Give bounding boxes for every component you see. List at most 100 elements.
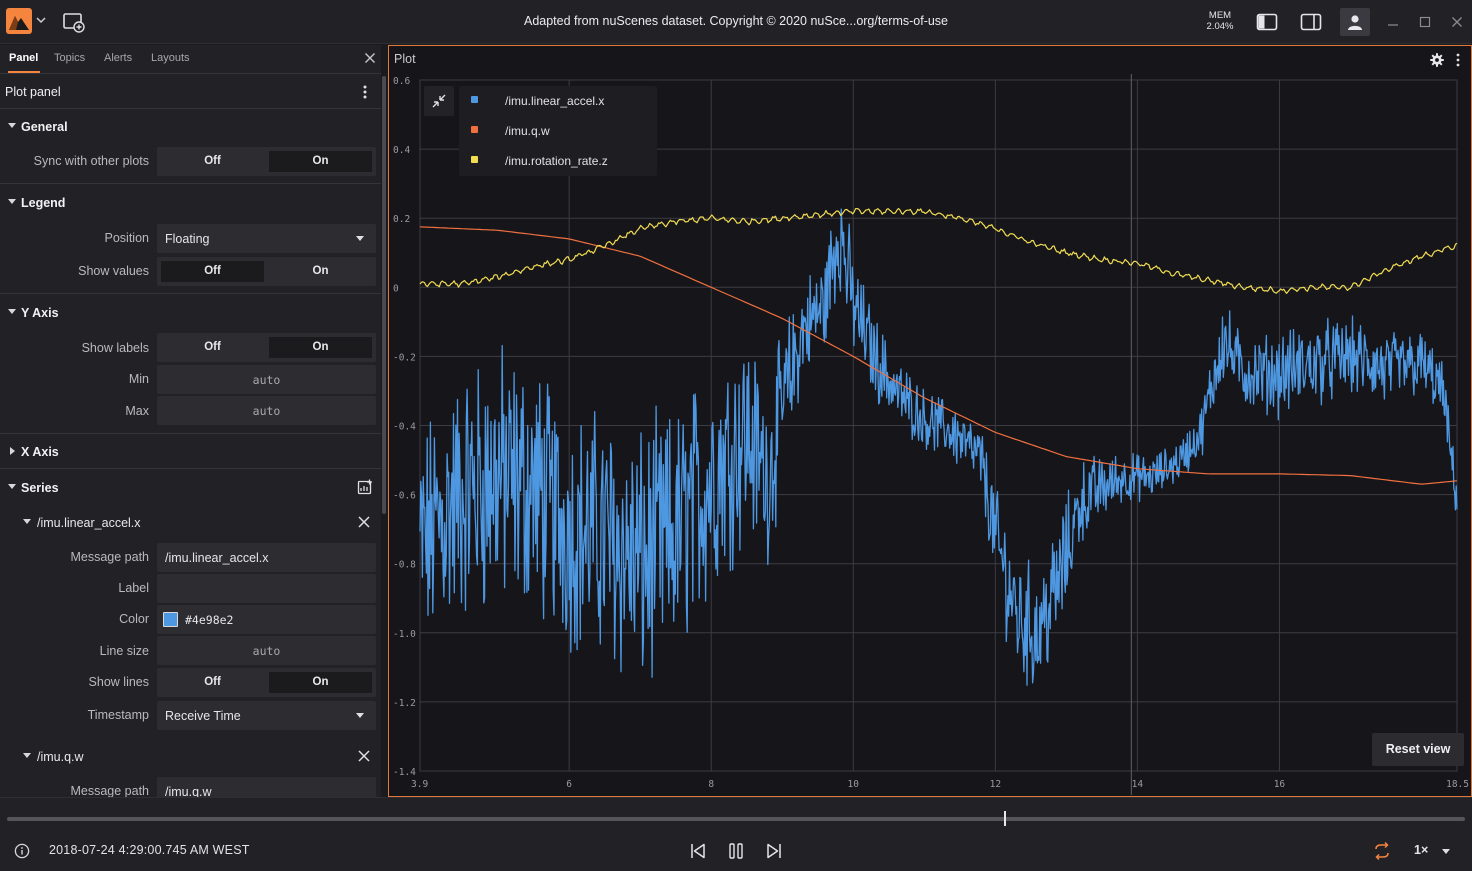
- add-series-icon[interactable]: [357, 479, 373, 495]
- caret-down-icon: [8, 309, 16, 314]
- series-item-header[interactable]: /imu.q.w: [0, 739, 381, 774]
- sidebar-tabs: Panel Topics Alerts Layouts: [0, 45, 381, 74]
- tab-panel[interactable]: Panel: [9, 52, 38, 64]
- section-general-header[interactable]: General: [0, 109, 381, 144]
- loop-icon[interactable]: [1372, 841, 1392, 861]
- section-series-header[interactable]: Series: [0, 470, 381, 505]
- color-label: Color: [119, 612, 149, 626]
- message-path-input[interactable]: /imu.linear_accel.x: [157, 543, 376, 572]
- legend-color-swatch: [471, 126, 478, 133]
- sync-label: Sync with other plots: [33, 154, 149, 168]
- collapse-legend-icon[interactable]: [424, 86, 454, 116]
- legend-item[interactable]: /imu.q.w: [467, 116, 657, 146]
- color-input[interactable]: #4e98e2: [157, 605, 376, 634]
- minimize-window-icon[interactable]: [1383, 12, 1403, 32]
- seek-backward-icon[interactable]: [687, 840, 709, 862]
- series-label-input[interactable]: [157, 574, 376, 603]
- plot-chart[interactable]: 0.6 0.4 0.2 0 -0.2 -0.4 -0.6 -0.8 -1.0 -1.2 -1.43.…: [389, 74, 1471, 796]
- x-tick-label: 8: [708, 779, 714, 790]
- close-icon[interactable]: [362, 51, 378, 67]
- y-max-input[interactable]: auto: [157, 396, 376, 425]
- legend-item[interactable]: /imu.rotation_rate.z: [467, 146, 657, 176]
- message-path-value: /imu.linear_accel.x: [165, 551, 269, 565]
- divider: [0, 293, 381, 294]
- show-lines-off-option[interactable]: Off: [161, 672, 264, 693]
- color-value: #4e98e2: [185, 613, 234, 627]
- show-labels-toggle[interactable]: Off On: [157, 333, 376, 362]
- playback-scrubber-thumb[interactable]: [1004, 811, 1006, 826]
- more-vertical-icon[interactable]: [1451, 52, 1465, 68]
- sync-off-option[interactable]: Off: [161, 151, 264, 172]
- y-tick-label: -0.4: [393, 422, 416, 433]
- show-labels-on-option[interactable]: On: [269, 337, 372, 358]
- color-swatch[interactable]: [163, 612, 178, 627]
- user-icon: [1348, 15, 1362, 30]
- show-values-on-option[interactable]: On: [269, 261, 372, 282]
- memory-indicator: MEM 2.04%: [1203, 10, 1237, 32]
- plot-panel-title: Plot: [394, 52, 416, 66]
- show-lines-label: Show lines: [88, 675, 149, 689]
- series-item-header[interactable]: /imu.linear_accel.x: [0, 505, 381, 540]
- gear-icon[interactable]: [1429, 52, 1445, 68]
- series-item-name: /imu.linear_accel.x: [37, 516, 141, 530]
- section-y-axis-title: Y Axis: [21, 306, 59, 320]
- remove-series-icon[interactable]: [357, 749, 371, 763]
- panel-title-row: Plot panel: [0, 74, 381, 109]
- user-account-button[interactable]: [1340, 8, 1370, 36]
- caret-down-icon: [23, 519, 31, 524]
- chevron-down-icon[interactable]: [35, 14, 47, 26]
- line-size-label: Line size: [99, 644, 149, 658]
- close-window-icon[interactable]: [1447, 12, 1467, 32]
- app-logo[interactable]: [6, 8, 32, 34]
- legend-label: /imu.q.w: [505, 124, 550, 138]
- remove-series-icon[interactable]: [357, 515, 371, 529]
- section-legend-header[interactable]: Legend: [0, 185, 381, 220]
- x-tick-label: 3.9: [411, 779, 428, 790]
- section-y-axis-header[interactable]: Y Axis: [0, 295, 381, 330]
- tab-layouts[interactable]: Layouts: [151, 52, 190, 64]
- sync-on-option[interactable]: On: [269, 151, 372, 172]
- playback-scrubber[interactable]: [7, 817, 1465, 821]
- tab-topics[interactable]: Topics: [54, 52, 85, 64]
- pause-icon[interactable]: [725, 840, 747, 862]
- legend-color-swatch: [471, 96, 478, 103]
- line-size-input[interactable]: auto: [157, 636, 376, 665]
- section-x-axis-header[interactable]: X Axis: [0, 434, 381, 469]
- left-sidebar-toggle-icon[interactable]: [1255, 10, 1279, 34]
- y-min-label: Min: [128, 372, 149, 386]
- y-tick-label: -1.4: [393, 767, 416, 778]
- sidebar-scrollbar[interactable]: [382, 76, 386, 514]
- playback-speed[interactable]: 1×: [1414, 843, 1428, 857]
- x-tick-label: 10: [848, 779, 860, 790]
- show-values-off-option[interactable]: Off: [161, 261, 264, 282]
- memory-label: MEM: [1208, 10, 1232, 21]
- seek-forward-icon[interactable]: [763, 840, 785, 862]
- caret-right-icon: [10, 447, 15, 455]
- panel-title: Plot panel: [5, 85, 61, 99]
- section-x-axis-title: X Axis: [21, 445, 59, 459]
- section-legend-title: Legend: [21, 196, 66, 210]
- legend-item[interactable]: /imu.linear_accel.x: [467, 86, 657, 116]
- right-sidebar-toggle-icon[interactable]: [1299, 10, 1323, 34]
- show-lines-toggle[interactable]: Off On: [157, 668, 376, 697]
- tab-alerts[interactable]: Alerts: [104, 52, 132, 64]
- sync-toggle[interactable]: Off On: [157, 147, 376, 176]
- playback-bar: 2018-07-24 4:29:00.745 AM WEST 1×: [0, 797, 1472, 871]
- message-path-input[interactable]: /imu.q.w: [157, 777, 376, 797]
- maximize-window-icon[interactable]: [1415, 12, 1435, 32]
- info-icon[interactable]: [14, 843, 30, 859]
- chevron-down-icon[interactable]: [1442, 849, 1450, 854]
- legend-position-select[interactable]: Floating: [157, 224, 376, 253]
- memory-value: 2.04%: [1206, 21, 1234, 32]
- reset-view-button[interactable]: Reset view: [1372, 733, 1464, 766]
- timestamp-select[interactable]: Receive Time: [157, 701, 376, 730]
- show-values-toggle[interactable]: Off On: [157, 257, 376, 286]
- legend-position-label: Position: [104, 231, 149, 245]
- more-vertical-icon[interactable]: [358, 84, 372, 100]
- show-lines-on-option[interactable]: On: [269, 672, 372, 693]
- y-max-placeholder: auto: [252, 404, 281, 418]
- show-labels-off-option[interactable]: Off: [161, 337, 264, 358]
- add-panel-icon[interactable]: [62, 11, 86, 33]
- legend-position-value: Floating: [165, 232, 210, 246]
- y-min-input[interactable]: auto: [157, 365, 376, 394]
